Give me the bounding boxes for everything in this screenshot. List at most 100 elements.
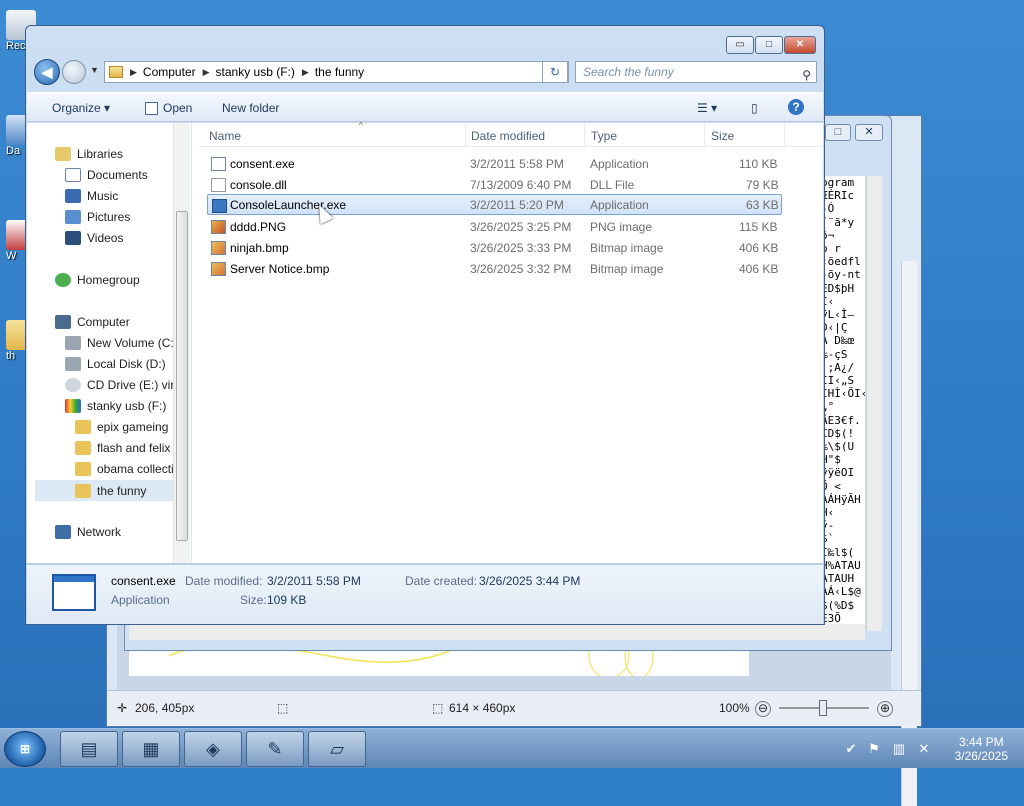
nav-computer[interactable]: Computer [55,315,130,329]
taskbar-notepad-icon[interactable]: ▱ [308,731,366,767]
navigation-pane: Libraries Documents Music Pictures Video… [27,123,192,563]
zoom-out-button[interactable]: ⊖ [755,701,771,717]
nav-label: Computer [77,315,130,329]
nav-music[interactable]: Music [65,189,118,203]
forward-button[interactable] [62,60,86,84]
history-dropdown[interactable]: ▼ [90,65,99,75]
volume-muted-tray-icon[interactable]: ✕ [916,741,932,757]
breadcrumb-separator: ▶ [301,66,309,77]
notepad-horizontal-scrollbar[interactable] [129,624,865,640]
nav-network[interactable]: Network [55,525,121,539]
minimize-button[interactable]: ▭ [726,36,754,54]
taskbar-app-icon[interactable]: ▦ [122,731,180,767]
file-row-server-notice[interactable]: Server Notice.bmp 3/26/2025 3:32 PM Bitm… [207,258,782,279]
column-divider[interactable] [465,123,466,147]
folder-icon [109,66,123,78]
nav-obama-collection[interactable]: obama collecti [75,462,174,476]
detail-filetype: Application [111,593,170,607]
clock-date: 3/26/2025 [954,749,1008,763]
zoom-slider-thumb[interactable] [819,700,827,716]
notepad-line: ÆÉRIc [821,189,855,203]
notepad-close-button[interactable]: ✕ [855,124,883,141]
file-row-consolelauncher[interactable]: ConsoleLauncher.exe 3/2/2011 5:20 PM App… [207,194,782,215]
nav-label: New Volume (C:) [87,336,178,350]
column-size[interactable]: Size [711,129,734,143]
network-tray-icon[interactable]: ▥ [891,741,907,757]
column-divider[interactable] [584,123,585,147]
nav-label: Documents [87,168,148,182]
nav-videos[interactable]: Videos [65,231,123,245]
navpane-scroll-thumb[interactable] [176,211,188,541]
column-divider[interactable] [784,123,785,147]
file-type: DLL File [590,178,635,192]
open-button[interactable]: Open [163,101,192,115]
notepad-line: ‹õedfl [821,255,861,269]
nav-local-disk[interactable]: Local Disk (D:) [65,357,166,371]
taskbar-explorer-icon[interactable]: ▤ [60,731,118,767]
maximize-button[interactable]: □ [755,36,783,54]
detail-date-modified: 3/2/2011 5:58 PM [267,574,361,588]
start-button[interactable]: ⊞ [4,731,46,767]
view-options-icon[interactable]: ☰ ▾ [697,101,717,115]
nav-homegroup[interactable]: Homegroup [55,273,140,287]
breadcrumb-separator: ▶ [202,66,210,77]
search-input[interactable]: Search the funny ⚲ [575,61,817,83]
nav-label: Network [77,525,122,539]
taskbar-paint-icon[interactable]: ✎ [246,731,304,767]
notepad-line: $(%D$ [821,598,855,612]
nav-epix-gameing[interactable]: epix gameing [75,420,168,434]
file-type: Application [590,198,649,212]
column-type[interactable]: Type [591,129,617,143]
column-divider[interactable] [704,123,705,147]
nav-pictures[interactable]: Pictures [65,210,130,224]
breadcrumb-folder[interactable]: the funny [315,65,364,79]
column-name[interactable]: Name [209,129,241,143]
clock[interactable]: 3:44 PM 3/26/2025 [955,735,1008,763]
nav-new-volume[interactable]: New Volume (C:) [65,336,178,350]
breadcrumb-drive[interactable]: stanky usb (F:) [216,65,295,79]
notepad-text-area[interactable]: ogram ÆÉRIc -Ó ´¨ã*y ð¬ o r ‹õedfl -õy-nt ED$þH I… [819,176,865,631]
file-size: 406 KB [739,262,779,276]
nav-libraries[interactable]: Libraries [55,147,123,161]
address-bar[interactable]: ▶ Computer ▶ stanky usb (F:) ▶ the funny… [104,61,569,83]
security-tray-icon[interactable]: ✔ [843,741,859,757]
navigation-bar: ◀ ▼ ▶ Computer ▶ stanky usb (F:) ▶ the f… [34,59,817,85]
application-icon [211,157,226,171]
image-size-icon: ⬚ [432,701,444,715]
organize-button[interactable]: Organize ▾ [52,101,110,115]
nav-the-funny[interactable]: the funny [35,480,173,501]
notepad-line: ð¬ [821,228,835,242]
zoom-in-button[interactable]: ⊕ [877,701,893,717]
nav-stanky-usb[interactable]: stanky usb (F:) [65,399,166,413]
column-date[interactable]: Date modified [471,129,545,143]
close-button[interactable]: ✕ [784,36,816,54]
preview-pane-icon[interactable]: ▯ [751,101,758,115]
dll-file-icon [211,178,226,192]
notepad-line: ÿÿëOI [821,466,855,480]
breadcrumb-computer[interactable]: Computer [143,65,196,79]
file-row-ninjah-bmp[interactable]: ninjah.bmp 3/26/2025 3:33 PM Bitmap imag… [207,237,782,258]
taskbar-launcher-icon[interactable]: ◈ [184,731,242,767]
refresh-button[interactable]: ↻ [542,61,568,83]
zoom-level: 100% [719,701,750,715]
notepad-line: ‰\$(U [821,440,855,454]
new-folder-button[interactable]: New folder [222,101,279,115]
breadcrumb-separator: ▶ [130,66,137,77]
nav-label: Libraries [77,147,124,161]
notepad-line: ÌI‹„S [821,374,855,388]
notepad-vertical-scrollbar[interactable] [866,176,882,631]
back-button[interactable]: ◀ [34,59,60,85]
nav-cd-drive[interactable]: CD Drive (E:) virti [65,378,180,392]
notepad-line: CD$(! [821,426,855,440]
file-row-console-dll[interactable]: console.dll 7/13/2009 6:40 PM DLL File 7… [207,174,782,195]
file-row-consent[interactable]: consent.exe 3/2/2011 5:58 PM Application… [207,153,782,174]
notepad-maximize-button[interactable]: □ [825,124,851,141]
file-row-dddd-png[interactable]: dddd.PNG 3/26/2025 3:25 PM PNG image 115… [207,216,782,237]
navpane-scrollbar[interactable] [173,123,190,563]
nav-documents[interactable]: Documents [65,168,148,182]
help-button[interactable]: ? [788,99,804,115]
detail-size: 109 KB [267,593,307,607]
flag-tray-icon[interactable]: ⚑ [866,741,882,757]
nav-flash-and-felix[interactable]: flash and felix [75,441,170,455]
nav-label: Homegroup [77,273,140,287]
